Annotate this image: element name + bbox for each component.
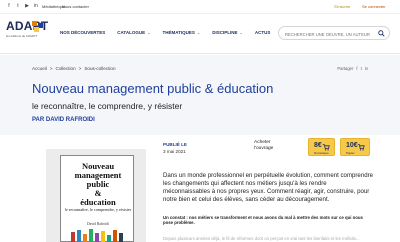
cover-author: David Rafroidi: [87, 222, 109, 226]
nav-item-decouvertes[interactable]: NOS DÉCOUVERTES: [60, 30, 105, 35]
buy-digital-button[interactable]: 8€ Numérique: [308, 138, 335, 156]
price: 10€: [346, 142, 358, 149]
twitter-share-icon[interactable]: t: [361, 66, 362, 71]
logo-mark-icon: [32, 21, 43, 32]
linkedin-icon[interactable]: in: [33, 3, 39, 9]
price: 8€: [314, 142, 322, 149]
book-cover: Nouveau management public & éducation le…: [46, 149, 146, 242]
book-subtitle: le reconnaître, le comprendre, y résiste…: [32, 101, 183, 111]
cart-icon: [357, 144, 365, 151]
format-label: Numérique: [314, 151, 329, 155]
book-author[interactable]: PAR DAVID RAFROIDI: [32, 117, 95, 123]
facebook-icon[interactable]: f: [6, 3, 12, 9]
breadcrumb-collection[interactable]: Collection: [56, 66, 76, 71]
book-description: Dans un monde professionnel en perpétuel…: [163, 172, 374, 203]
published-label: PUBLIÉ LE: [163, 142, 187, 147]
breadcrumb-separator: >: [49, 66, 53, 71]
nav-item-label: CATALOGUE: [117, 30, 146, 35]
contact-link[interactable]: Nous contacter: [62, 4, 89, 9]
buy-paper-button[interactable]: 10€ Papier: [340, 138, 370, 156]
share-label: Partager: [337, 66, 354, 71]
share-bar: Partager f t in: [337, 66, 368, 71]
search-icon[interactable]: [378, 30, 385, 37]
login-link[interactable]: Se connecter: [362, 4, 386, 9]
nav-item-label: NOS DÉCOUVERTES: [60, 30, 106, 35]
breadcrumb-home[interactable]: Accueil: [32, 66, 47, 71]
chevron-down-icon: ⌄: [147, 30, 151, 35]
main-nav: NOS DÉCOUVERTES CATALOGUE ⌄ THÉMATIQUES …: [60, 30, 270, 35]
breadcrumb: Accueil > Collection > Sous-collection: [32, 66, 116, 71]
nav-item-thematiques[interactable]: THÉMATIQUES ⌄: [162, 30, 200, 35]
cover-title: Nouveau management public & éducation: [61, 162, 135, 207]
book-description-faded: Depuis plusieurs années déjà, le fil de …: [163, 236, 360, 241]
nav-item-label: DISCIPLINE: [212, 30, 238, 35]
facebook-share-icon[interactable]: f: [356, 66, 357, 71]
breadcrumb-subcollection[interactable]: Sous-collection: [84, 66, 115, 71]
logo-subtitle: les éditions de l'ADAPT: [6, 34, 38, 38]
nav-item-discipline[interactable]: DISCIPLINE ⌄: [212, 30, 243, 35]
chevron-down-icon: ⌄: [196, 30, 201, 35]
linkedin-share-icon[interactable]: in: [365, 66, 368, 71]
social-links: f t ▶ in: [6, 3, 39, 9]
book-hero: Accueil > Collection > Sous-collection P…: [0, 55, 400, 135]
buy-label: Acheter l'ouvrage: [254, 140, 274, 151]
cover-subtitle: le reconnaître, le comprendre, y résiste…: [64, 207, 132, 212]
format-label: Papier: [346, 151, 355, 155]
nav-item-label: THÉMATIQUES: [162, 30, 195, 35]
cover-title-line: éducation: [80, 197, 116, 207]
published-date: 3 mai 2021: [163, 149, 186, 154]
site-header: ADAPT les éditions de l'ADAPT NOS DÉCOUV…: [0, 14, 400, 54]
cover-illustration: [71, 229, 123, 242]
nav-item-label: ACTUS: [254, 30, 271, 35]
cover-page: Nouveau management public & éducation le…: [60, 155, 134, 242]
signup-link[interactable]: S'inscrire: [334, 4, 350, 9]
twitter-icon[interactable]: t: [15, 3, 21, 9]
nav-item-actus[interactable]: ACTUS: [255, 30, 271, 35]
chevron-down-icon: ⌄: [239, 30, 243, 35]
search-input[interactable]: [285, 30, 377, 38]
top-bar: f t ▶ in Médiathèque Nous contacter S'in…: [0, 0, 400, 14]
book-title: Nouveau management public & éducation: [32, 81, 274, 96]
nav-item-catalogue[interactable]: CATALOGUE ⌄: [117, 30, 150, 35]
youtube-icon[interactable]: ▶: [24, 3, 30, 9]
book-summary-bold: Un constat : nos métiers se transforment…: [163, 215, 363, 226]
search-box: [278, 26, 390, 40]
cart-icon: [322, 144, 330, 151]
breadcrumb-separator: >: [78, 66, 82, 71]
site-logo[interactable]: ADAPT les éditions de l'ADAPT: [6, 19, 50, 47]
